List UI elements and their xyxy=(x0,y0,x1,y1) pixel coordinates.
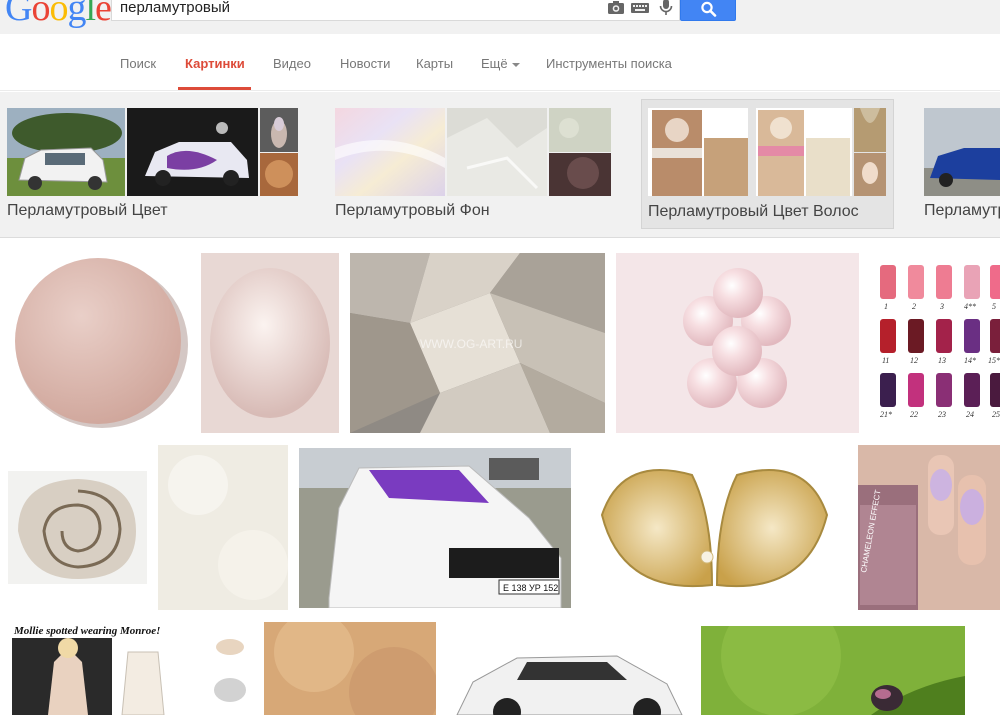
active-tab-indicator xyxy=(178,87,251,90)
result-image[interactable]: WWW.OG-ART.RU xyxy=(350,253,605,433)
related-image xyxy=(756,108,852,196)
logo-letter: e xyxy=(95,0,112,29)
result-image[interactable] xyxy=(264,622,436,715)
logo-letter: l xyxy=(85,0,96,29)
related-image xyxy=(7,108,125,196)
search-icon xyxy=(701,1,717,17)
swatch-number: 22 xyxy=(910,410,918,419)
related-label: Перламутровый xyxy=(924,202,1000,219)
result-image[interactable] xyxy=(201,253,339,433)
result-image[interactable] xyxy=(447,622,690,715)
swatch-number: 4** xyxy=(964,302,976,311)
result-image[interactable]: Mollie spotted wearing Monroe! xyxy=(8,622,252,715)
search-button[interactable] xyxy=(680,0,736,21)
tab-more[interactable]: Ещё xyxy=(481,56,520,71)
swatch-number: 25 xyxy=(992,410,1000,419)
result-image[interactable]: Е 138 УР 152 xyxy=(299,448,571,608)
related-image xyxy=(447,108,547,196)
camera-icon[interactable] xyxy=(606,0,626,16)
tab-images[interactable]: Картинки xyxy=(185,56,245,71)
keyboard-icon[interactable] xyxy=(630,0,650,16)
swatch-number: 14* xyxy=(964,356,976,365)
tab-more-label: Ещё xyxy=(481,56,508,71)
license-plate-text: Е 138 УР 152 xyxy=(503,583,558,593)
chevron-down-icon xyxy=(511,62,520,67)
related-searches: Перламутровый Цвет Перламутровый Фон Пер… xyxy=(0,92,1000,238)
swatch-number: 21* xyxy=(880,410,892,419)
related-card[interactable]: Перламутровый xyxy=(924,100,1000,228)
result-image[interactable] xyxy=(582,445,847,610)
logo-letter: o xyxy=(49,0,68,29)
related-card[interactable]: Перламутровый Цвет Волос xyxy=(641,99,894,229)
search-input[interactable]: перламутровый xyxy=(111,0,680,21)
swatch-number: 3 xyxy=(939,302,944,311)
result-image[interactable] xyxy=(8,471,147,584)
swatch-number: 13 xyxy=(938,356,946,365)
related-image xyxy=(260,108,298,152)
swatch-number: 23 xyxy=(938,410,946,419)
tab-video[interactable]: Видео xyxy=(273,56,311,71)
result-image[interactable] xyxy=(616,253,859,433)
tab-search[interactable]: Поиск xyxy=(120,56,156,71)
watermark-text: WWW.OG-ART.RU xyxy=(420,337,522,351)
related-card[interactable]: Перламутровый Фон xyxy=(335,100,611,228)
related-image xyxy=(335,108,445,196)
related-label: Перламутровый Цвет xyxy=(7,202,168,219)
swatch-number: 11 xyxy=(882,356,889,365)
related-image xyxy=(854,108,886,152)
related-image xyxy=(854,153,886,196)
result-image[interactable]: 1 2 3 4** 5 11 12 13 14* 15* 21* 22 23 2… xyxy=(870,253,1000,433)
related-label: Перламутровый Цвет Волос xyxy=(648,203,859,220)
related-image xyxy=(549,108,611,152)
related-image xyxy=(924,108,1000,196)
related-image xyxy=(260,153,298,196)
search-tools-button[interactable]: Инструменты поиска xyxy=(546,56,672,71)
swatch-number: 2 xyxy=(912,302,916,311)
result-image[interactable] xyxy=(158,445,288,610)
swatch-number: 24 xyxy=(966,410,974,419)
search-nav: Поиск Картинки Видео Новости Карты Ещё И… xyxy=(0,34,1000,91)
swatch-number: 5 xyxy=(992,302,996,311)
magazine-title-text: Mollie spotted wearing Monroe! xyxy=(13,625,160,637)
search-query[interactable]: перламутровый xyxy=(120,0,230,16)
related-label: Перламутровый Фон xyxy=(335,202,490,219)
google-logo[interactable]: Google xyxy=(5,0,112,30)
related-image xyxy=(648,108,748,196)
header: Google перламутровый xyxy=(0,0,1000,34)
related-card[interactable]: Перламутровый Цвет xyxy=(7,100,299,228)
result-image[interactable] xyxy=(8,253,190,433)
tab-maps[interactable]: Карты xyxy=(416,56,453,71)
logo-letter: G xyxy=(5,0,32,29)
swatch-number: 1 xyxy=(884,302,888,311)
swatch-number: 12 xyxy=(910,356,918,365)
logo-letter: o xyxy=(31,0,50,29)
microphone-icon[interactable] xyxy=(656,0,676,16)
related-image xyxy=(127,108,258,196)
result-image[interactable] xyxy=(701,626,965,715)
related-image xyxy=(549,153,611,196)
logo-letter: g xyxy=(67,0,86,29)
result-image[interactable]: CHAMELEON EFFECT xyxy=(858,445,1000,610)
swatch-number: 15* xyxy=(988,356,1000,365)
tab-news[interactable]: Новости xyxy=(340,56,390,71)
